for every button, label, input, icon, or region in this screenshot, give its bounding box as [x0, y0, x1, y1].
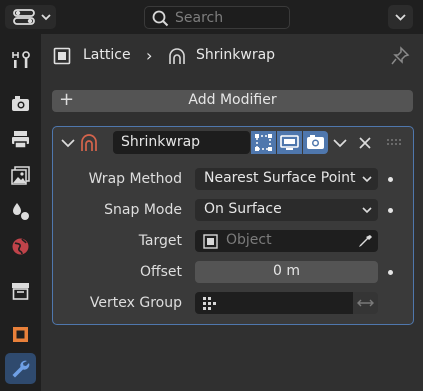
pin-icon[interactable]	[390, 46, 410, 66]
invert-vertex-group-toggle[interactable]	[353, 292, 378, 314]
shrinkwrap-modifier-icon	[81, 134, 97, 151]
breadcrumb-object: Lattice	[83, 47, 131, 63]
search-icon	[152, 10, 169, 27]
add-modifier-button[interactable]: + Add Modifier	[52, 89, 413, 112]
monitor-icon	[280, 135, 299, 150]
tab-object[interactable]	[5, 319, 36, 350]
edit-mode-icon	[255, 134, 272, 151]
render-toggle[interactable]	[303, 131, 328, 154]
vertex-group-icon	[203, 297, 216, 310]
wrap-method-dropdown[interactable]: Nearest Surface Point	[195, 168, 378, 190]
world-icon	[12, 238, 29, 255]
offset-label: Offset	[139, 264, 182, 280]
animate-property-dot[interactable]	[388, 208, 393, 213]
chevron-down-icon	[362, 207, 372, 214]
search-input[interactable]: Search	[144, 6, 290, 29]
scene-icon	[13, 203, 29, 220]
viewport-toggle[interactable]	[277, 131, 302, 154]
offset-number-field[interactable]: 0 m	[195, 261, 378, 283]
breadcrumb-modifier: Shrinkwrap	[196, 47, 276, 63]
object-field-icon	[203, 234, 218, 249]
animate-property-dot[interactable]	[388, 177, 393, 182]
render-icon	[12, 96, 29, 111]
target-object-field[interactable]: Object	[195, 230, 378, 252]
modifier-name-field[interactable]: Shrinkwrap	[113, 131, 250, 154]
offset-value: 0 m	[273, 263, 300, 279]
modifier-name-text: Shrinkwrap	[121, 134, 201, 150]
chevron-down-icon	[395, 14, 406, 21]
modifier-extras-chevron-icon[interactable]	[332, 135, 348, 151]
search-placeholder: Search	[175, 10, 224, 26]
add-modifier-label: Add Modifier	[188, 92, 277, 108]
snap-mode-value: On Surface	[204, 201, 282, 217]
collapse-chevron-icon[interactable]	[60, 135, 76, 151]
properties-editor-icon	[13, 9, 51, 25]
wrench-icon	[12, 360, 30, 378]
snap-mode-dropdown[interactable]: On Surface	[195, 199, 378, 221]
tab-modifiers[interactable]	[5, 353, 36, 384]
shrinkwrap-icon	[169, 48, 185, 64]
wrap-method-value: Nearest Surface Point	[204, 170, 356, 186]
breadcrumb-separator: ›	[146, 46, 153, 65]
tab-tool[interactable]	[5, 44, 36, 75]
tool-icon	[12, 51, 30, 68]
snap-mode-label: Snap Mode	[104, 202, 182, 218]
tab-output[interactable]	[5, 124, 36, 155]
drag-handle-icon[interactable]	[386, 138, 402, 148]
image-icon	[11, 166, 30, 185]
output-icon	[12, 131, 29, 149]
tab-collection[interactable]	[5, 275, 36, 306]
tab-view-layer[interactable]	[5, 160, 36, 191]
tab-world[interactable]	[5, 231, 36, 262]
collection-icon	[12, 283, 29, 300]
target-placeholder: Object	[226, 232, 272, 248]
editor-type-button[interactable]	[5, 5, 56, 29]
target-label: Target	[138, 233, 182, 249]
tab-scene[interactable]	[5, 196, 36, 227]
chevron-down-icon	[362, 176, 372, 183]
camera-icon	[307, 135, 324, 149]
edit-mode-toggle[interactable]	[251, 131, 276, 154]
eyedropper-icon[interactable]	[357, 233, 373, 249]
object-icon	[13, 327, 28, 342]
lattice-icon	[53, 47, 71, 65]
vertex-group-label: Vertex Group	[89, 295, 182, 311]
options-dropdown-button[interactable]	[388, 5, 413, 29]
close-icon[interactable]	[357, 135, 373, 151]
vertex-group-field[interactable]	[195, 292, 353, 314]
animate-property-dot[interactable]	[388, 270, 393, 275]
tab-render[interactable]	[5, 88, 36, 119]
arrow-left-right-icon	[357, 299, 374, 307]
wrap-method-label: Wrap Method	[88, 171, 182, 187]
